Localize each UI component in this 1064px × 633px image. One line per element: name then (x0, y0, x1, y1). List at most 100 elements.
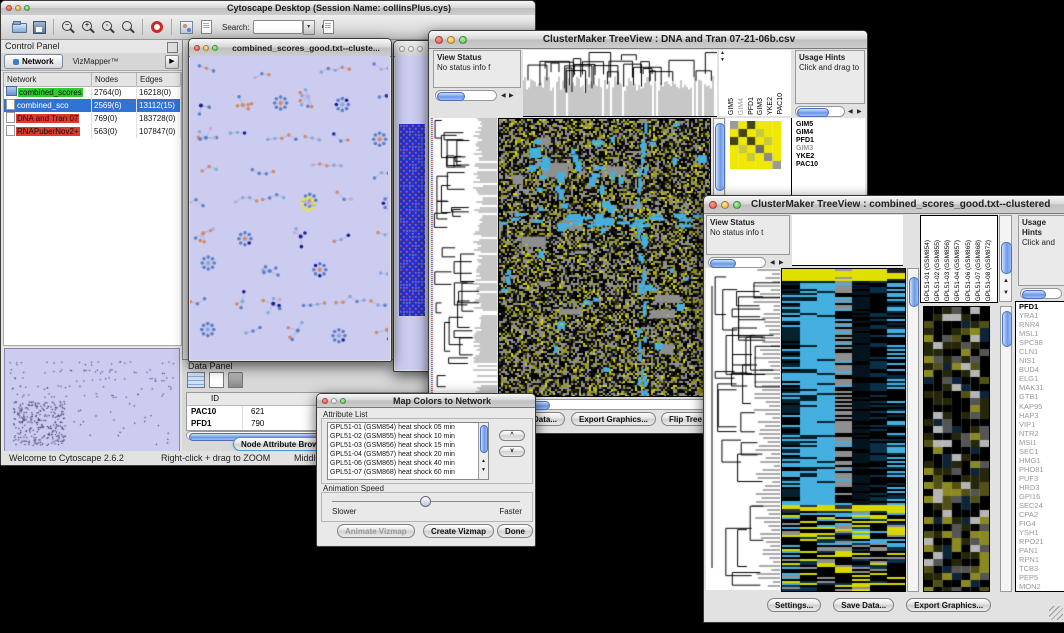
treeview2-button[interactable]: Save Data... (833, 598, 894, 612)
treeview1-row-dendrogram[interactable] (431, 118, 497, 395)
float-panel-icon[interactable] (167, 42, 178, 53)
save-icon[interactable] (32, 20, 46, 34)
network2-grid-canvas[interactable] (399, 124, 425, 316)
minimize-icon[interactable] (331, 398, 337, 404)
treeview1-heatmap[interactable] (498, 118, 711, 397)
network1-canvas-area[interactable] (190, 56, 390, 360)
scroll-right-icon[interactable]: ▶ (779, 260, 784, 266)
treeview2-column-dendrogram-area[interactable] (792, 215, 903, 266)
network-row[interactable]: DNA and Tran 07769(0)183728(0) (4, 112, 181, 125)
attribute-item[interactable]: GPL51-06 (GSM865) heat shock 40 min (330, 459, 488, 468)
create-vizmap-button[interactable]: Create Vizmap (423, 524, 494, 538)
scroll-right-icon[interactable]: ▶ (857, 109, 862, 115)
scrollbar-thumb[interactable] (480, 425, 488, 453)
network1-canvas[interactable] (190, 56, 388, 358)
help-ring-icon[interactable] (150, 20, 164, 34)
treeview2-labels-vscrollbar[interactable]: ▲ ▼ (999, 215, 1012, 302)
zoom-fit-icon[interactable] (121, 20, 135, 34)
close-icon[interactable] (709, 201, 717, 209)
trash-icon[interactable] (228, 372, 243, 388)
zoom-window-icon[interactable] (733, 201, 741, 209)
scroll-down-icon[interactable]: ▼ (481, 468, 486, 473)
treeview1-hints-hscrollbar[interactable] (795, 106, 845, 117)
treeview2-button[interactable]: Export Graphics... (906, 598, 991, 612)
close-icon[interactable] (399, 46, 405, 52)
treeview2-gene-list[interactable]: PFD1YRA1RNR4MSL1SPC98CLN1NIS1BUD4ELG1MAK… (1015, 301, 1064, 592)
treeview2-zoom-vscrollbar[interactable] (1000, 306, 1012, 592)
search-input[interactable] (253, 20, 303, 34)
attribute-item[interactable]: GPL51-07 (GSM868) heat shock 60 min (330, 468, 488, 477)
scrollbar-thumb[interactable] (1001, 242, 1012, 274)
dialog-titlebar[interactable]: Map Colors to Network (317, 394, 535, 408)
scroll-left-icon[interactable]: ◀ (501, 93, 506, 99)
scrollbar-thumb[interactable] (1002, 311, 1012, 347)
attribute-item[interactable]: GPL51-04 (GSM857) heat shock 20 min (330, 450, 488, 459)
node-attribute-browser-button[interactable]: Node Attribute Brows (233, 437, 323, 451)
tab-vizmapper[interactable]: VizMapper™ (63, 55, 129, 68)
tab-overflow-icon[interactable]: ▶ (165, 55, 179, 69)
birdseye-canvas[interactable] (5, 349, 177, 459)
close-icon[interactable] (435, 36, 443, 44)
birdseye-view[interactable] (4, 348, 180, 462)
treeview2-vscrollbar[interactable] (907, 268, 919, 592)
zoom-window-icon[interactable] (24, 5, 30, 11)
attribute-list-vscrollbar[interactable]: ▲ ▼ (478, 423, 488, 479)
scroll-left-icon[interactable]: ◀ (770, 260, 775, 266)
scroll-up-icon[interactable]: ▲ (481, 459, 486, 464)
scroll-left-icon[interactable]: ◀ (848, 109, 853, 115)
treeview2-zoom-heatmap[interactable] (923, 306, 990, 592)
close-icon[interactable] (322, 398, 328, 404)
scrollbar-thumb[interactable] (909, 277, 919, 307)
zoom-window-icon[interactable] (340, 398, 346, 404)
vizmap-icon[interactable] (179, 20, 193, 34)
zoom-window-icon[interactable] (417, 46, 423, 52)
treeview2-status-hscrollbar[interactable] (708, 257, 766, 268)
attribute-editor-icon[interactable]: ✎ (321, 20, 335, 34)
new-attribute-icon[interactable] (209, 372, 224, 388)
close-icon[interactable] (6, 5, 12, 11)
network-row[interactable]: combined_scores2764(0)16218(0) (4, 86, 181, 99)
animate-vizmap-button[interactable]: Animate Vizmap (337, 524, 415, 538)
scroll-down-icon[interactable]: ▼ (1003, 290, 1009, 296)
scroll-up-icon[interactable]: ▲ (720, 51, 725, 56)
done-button[interactable]: Done (497, 524, 533, 538)
attribute-item[interactable]: GPL51-02 (GSM855) heat shock 10 min (330, 432, 488, 441)
scrollbar-thumb[interactable] (797, 108, 829, 117)
main-titlebar[interactable]: Cytoscape Desktop (Session Name: collins… (1, 1, 535, 16)
treeview1-status-hscrollbar[interactable] (435, 90, 497, 101)
treeview1-titlebar[interactable]: ClusterMaker TreeView : DNA and Tran 07-… (429, 31, 867, 49)
attribute-item[interactable]: GPL51-03 (GSM856) heat shock 15 min (330, 441, 488, 450)
table-grid-icon[interactable] (187, 372, 205, 388)
search-dropdown-icon[interactable]: ▾ (303, 20, 315, 35)
treeview1-zoom-heatmap[interactable] (730, 121, 781, 169)
scroll-down-icon[interactable]: ▼ (720, 58, 725, 63)
minimize-icon[interactable] (721, 201, 729, 209)
move-down-button[interactable]: v (499, 446, 525, 457)
zoom-window-icon[interactable] (212, 45, 218, 51)
treeview1-column-dendrogram[interactable] (523, 50, 717, 117)
network-row[interactable]: RNAPuberNov2+563(0)107847(0) (4, 125, 181, 138)
minimize-icon[interactable] (15, 5, 21, 11)
scroll-up-icon[interactable]: ▲ (1003, 278, 1009, 284)
attribute-list[interactable]: GPL51-01 (GSM854) heat shock 05 minGPL51… (327, 422, 489, 480)
open-file-icon[interactable] (12, 20, 26, 34)
scrollbar-thumb[interactable] (1022, 290, 1046, 299)
treeview2-button[interactable]: Settings... (767, 598, 821, 612)
network1-titlebar[interactable]: combined_scores_good.txt--cluste... (189, 39, 391, 57)
scrollbar-thumb[interactable] (710, 259, 736, 268)
slider-thumb[interactable] (420, 496, 431, 507)
close-icon[interactable] (194, 45, 200, 51)
zoom-selected-icon[interactable]: ▫ (101, 20, 115, 34)
resize-grip[interactable] (1049, 606, 1063, 620)
treeview2-hints-hscrollbar[interactable] (1020, 288, 1062, 299)
scroll-right-icon[interactable]: ▶ (509, 93, 514, 99)
minimize-icon[interactable] (408, 46, 414, 52)
treeview2-titlebar[interactable]: ClusterMaker TreeView : combined_scores_… (704, 196, 1064, 214)
scrollbar-thumb[interactable] (715, 123, 725, 191)
treeview1-button[interactable]: Export Graphics... (571, 412, 656, 426)
minimize-icon[interactable] (447, 36, 455, 44)
minimize-icon[interactable] (203, 45, 209, 51)
treeview2-row-dendrogram[interactable] (706, 268, 780, 590)
scrollbar-thumb[interactable] (437, 92, 465, 101)
tab-network[interactable]: Network (4, 54, 63, 69)
